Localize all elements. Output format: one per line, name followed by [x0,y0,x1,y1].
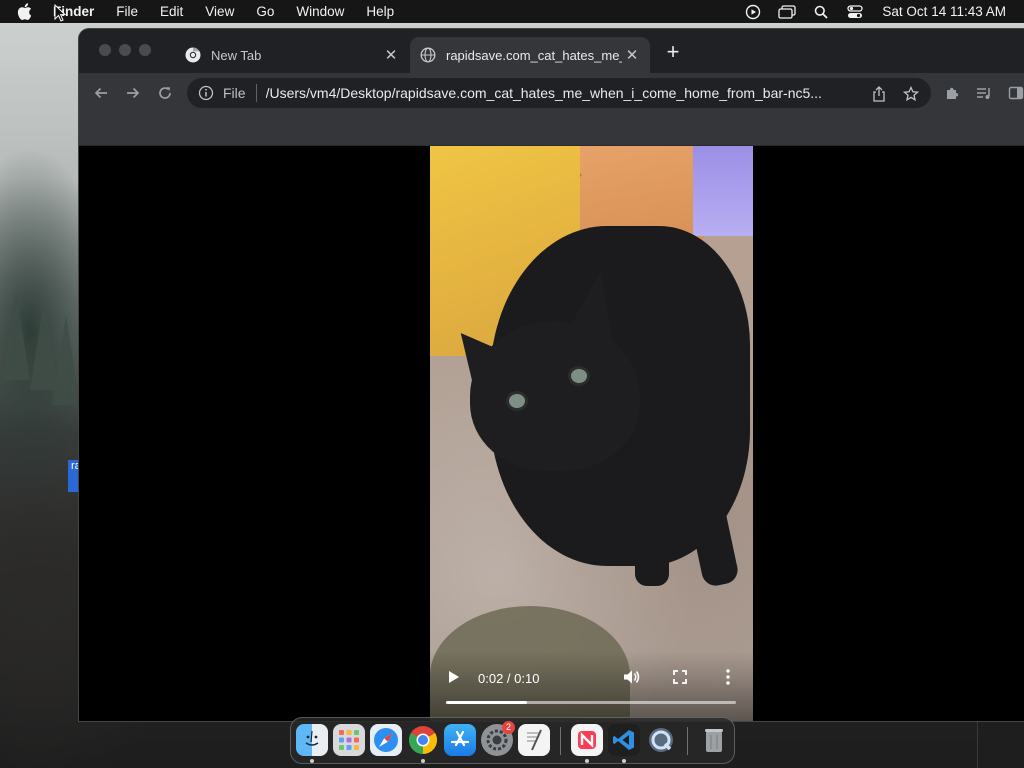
video-frame-cat-leg [635,476,669,586]
back-button[interactable] [90,82,112,104]
volume-icon [624,670,640,684]
wallpaper-tree [52,315,80,405]
news-icon[interactable] [571,724,603,756]
tab-new-tab[interactable]: New Tab ✕ [175,37,409,73]
running-indicator [310,759,314,763]
app-store-icon[interactable] [444,724,476,756]
notification-badge: 2 [502,721,515,734]
arrow-right-icon [127,87,140,99]
page-viewport: 0:02 / 0:10 [79,146,1024,721]
play-button[interactable] [443,666,465,688]
window-icon[interactable] [770,0,804,23]
textedit-icon[interactable] [518,724,550,756]
url-scheme-label: File [223,85,246,101]
more-vertical-icon [726,669,730,685]
menu-window[interactable]: Window [296,4,344,19]
menu-view[interactable]: View [205,4,234,19]
wallpaper-tree [2,290,30,380]
more-options-button[interactable] [717,666,739,688]
fullscreen-button[interactable] [669,666,691,688]
trash-icon[interactable] [698,724,730,756]
tab-strip: New Tab ✕ rapidsave.com_cat_hates_me_whe… [79,29,1024,73]
menubar-status-area: Sat Oct 14 11:43 AM [736,0,1006,23]
minimize-window-button[interactable] [119,44,131,56]
safari-icon[interactable] [370,724,402,756]
zoom-window-button[interactable] [139,44,151,56]
tab-video-file[interactable]: rapidsave.com_cat_hates_me_when_i_come_h… [410,37,650,73]
tab-title: rapidsave.com_cat_hates_me_when_i_come_h… [446,47,622,63]
share-icon[interactable] [870,85,888,103]
running-indicator [421,759,425,763]
menu-bar: Finder File Edit View Go Window Help Sat… [0,0,1024,23]
reload-icon [159,87,171,99]
media-control-icon[interactable] [975,84,993,102]
arrow-left-icon [94,87,107,99]
control-center-icon[interactable] [838,0,872,23]
close-window-button[interactable] [99,44,111,56]
menu-go[interactable]: Go [256,4,274,19]
video-progress-track[interactable] [446,701,736,704]
chrome-icon[interactable] [407,724,439,756]
running-indicator [585,759,589,763]
omnibox-divider [255,84,257,102]
bookmarks-bar [79,113,1024,146]
chrome-window: New Tab ✕ rapidsave.com_cat_hates_me_whe… [79,29,1024,721]
dock: 2 [290,717,735,764]
extensions-puzzle-icon[interactable] [943,84,961,102]
play-icon [449,671,459,683]
video-controls: 0:02 / 0:10 [430,651,753,721]
tab-title: New Tab [211,47,262,63]
chrome-icon [185,47,201,63]
video-progress-fill [446,701,528,704]
menu-file[interactable]: File [116,4,138,19]
new-tab-button[interactable]: + [662,41,684,64]
desktop-file-icon[interactable]: ra [68,460,81,492]
play-circle-icon[interactable] [736,0,770,23]
video-time: 0:02 / 0:10 [478,671,540,686]
menubar-clock[interactable]: Sat Oct 14 11:43 AM [882,4,1006,19]
video-player[interactable]: 0:02 / 0:10 [430,146,753,721]
reload-button[interactable] [154,82,176,104]
video-frame-wall [693,146,753,236]
launchpad-icon[interactable] [333,724,365,756]
url-text[interactable]: /Users/vm4/Desktop/rapidsave.com_cat_hat… [266,85,864,101]
finder-icon[interactable] [296,724,328,756]
close-tab-icon[interactable]: ✕ [622,45,642,65]
browser-toolbar: File /Users/vm4/Desktop/rapidsave.com_ca… [79,73,1024,113]
address-bar[interactable]: File /Users/vm4/Desktop/rapidsave.com_ca… [187,78,931,108]
info-icon[interactable] [198,85,214,101]
quicktime-icon[interactable] [645,724,677,756]
close-tab-icon[interactable]: ✕ [381,45,401,65]
globe-icon [420,47,436,63]
dock-divider [560,727,561,755]
mute-button[interactable] [621,666,643,688]
side-panel-icon[interactable] [1007,84,1024,102]
fullscreen-icon [673,670,687,684]
menu-help[interactable]: Help [366,4,394,19]
forward-button[interactable] [122,82,144,104]
running-indicator [622,759,626,763]
bookmark-star-icon[interactable] [902,85,920,103]
mouse-cursor-icon [54,4,66,22]
menu-edit[interactable]: Edit [160,4,183,19]
search-icon[interactable] [804,0,838,23]
video-frame-cat-eye [568,366,590,386]
vscode-icon[interactable] [608,724,640,756]
dock-divider [687,727,688,755]
video-frame-cat-eye [506,391,528,411]
video-frame-cat-head [470,321,640,471]
apple-icon[interactable] [17,0,37,23]
